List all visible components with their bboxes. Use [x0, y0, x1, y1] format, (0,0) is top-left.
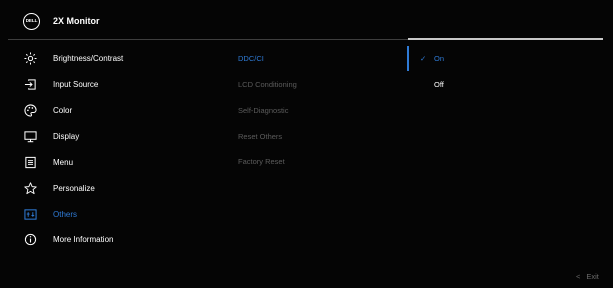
dell-logo: DELL [23, 13, 40, 30]
menu-label-input-source: Input Source [53, 80, 99, 89]
submenu-item-reset-others[interactable]: Reset Others [238, 132, 282, 141]
monitor-model-title: 2X Monitor [53, 16, 100, 26]
submenu-item-ddc-ci[interactable]: DDC/CI [238, 54, 264, 63]
menu-item-brightness-contrast[interactable]: Brightness/Contrast [0, 51, 210, 69]
osd-header: DELL 2X Monitor [0, 0, 613, 40]
osd-window: DELL 2X Monitor Brightness/Contrast Inpu… [0, 0, 613, 288]
menu-item-input-source[interactable]: Input Source [0, 77, 210, 95]
menu-item-personalize[interactable]: Personalize [0, 181, 210, 199]
menu-item-more-information[interactable]: More Information [0, 232, 210, 250]
exit-button[interactable]: < Exit [576, 272, 599, 281]
option-off[interactable]: Off [434, 80, 444, 89]
menu-label-others: Others [53, 210, 78, 219]
menu-label-color: Color [53, 106, 73, 115]
menu-list-icon [25, 156, 36, 169]
menu-label-display: Display [53, 132, 80, 141]
menu-item-others[interactable]: Others [0, 207, 210, 225]
menu-item-color[interactable]: Color [0, 103, 210, 121]
monitor-icon [24, 131, 37, 143]
checkmark-icon: ✓ [420, 54, 427, 63]
brightness-icon [24, 52, 37, 65]
submenu-item-factory-reset[interactable]: Factory Reset [238, 157, 285, 166]
star-icon [24, 182, 37, 195]
menu-item-display[interactable]: Display [0, 129, 210, 147]
menu-item-menu[interactable]: Menu [0, 155, 210, 173]
menu-label-brightness-contrast: Brightness/Contrast [53, 54, 124, 63]
exit-label: Exit [586, 272, 599, 281]
submenu-item-self-diagnostic[interactable]: Self-Diagnostic [238, 106, 288, 115]
info-icon [24, 233, 37, 246]
options-header-bar [408, 38, 603, 40]
others-icon [24, 209, 37, 220]
palette-icon [24, 104, 37, 117]
menu-label-personalize: Personalize [53, 184, 95, 193]
input-source-icon [24, 79, 36, 90]
option-selection-indicator [407, 46, 409, 71]
header-divider [8, 39, 408, 40]
menu-label-menu: Menu [53, 158, 74, 167]
menu-label-more-information: More Information [53, 235, 114, 244]
chevron-left-icon: < [576, 272, 581, 281]
option-on[interactable]: On [434, 54, 444, 63]
submenu-item-lcd-conditioning[interactable]: LCD Conditioning [238, 80, 297, 89]
